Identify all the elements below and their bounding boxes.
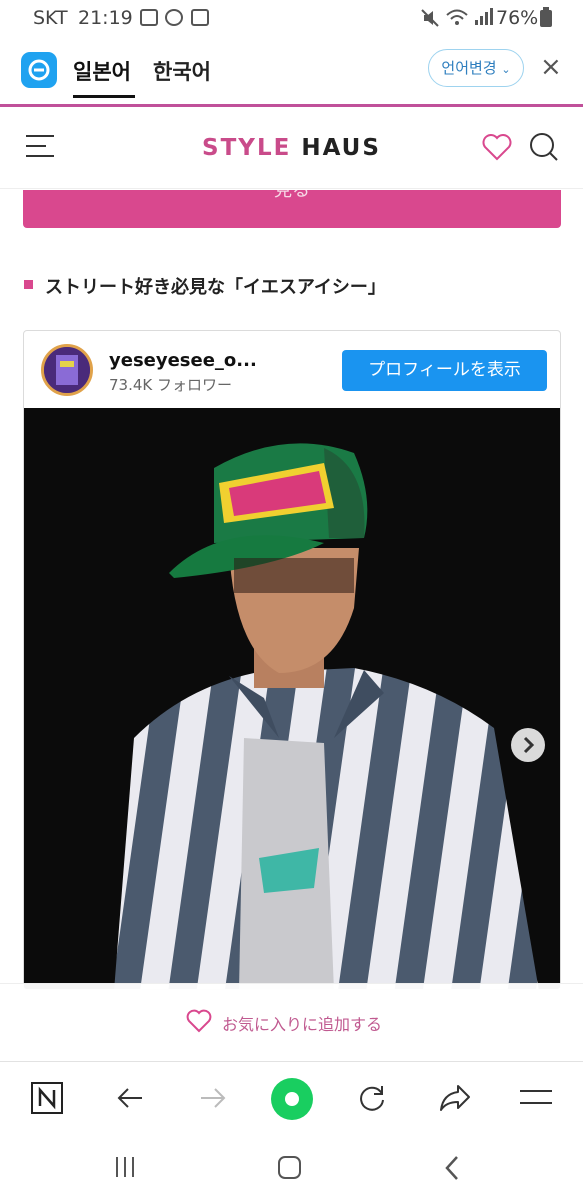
instagram-followers: 73.4K フォロワー xyxy=(109,376,233,394)
heart-outline-icon xyxy=(186,1009,212,1033)
translate-app-icon xyxy=(191,9,209,26)
heart-icon[interactable] xyxy=(482,133,512,161)
recent-apps-icon[interactable] xyxy=(113,1156,139,1178)
site-header: STYLE HAUS xyxy=(0,107,583,189)
tab-target-language[interactable]: 한국어 xyxy=(153,56,211,86)
green-dot-icon[interactable] xyxy=(270,1077,314,1121)
back-arrow-icon[interactable] xyxy=(114,1082,146,1114)
naver-home-icon[interactable] xyxy=(31,1082,63,1114)
avatar-image xyxy=(44,347,90,393)
change-language-button[interactable]: 언어변경 ⌄ xyxy=(428,49,524,87)
browser-toolbar xyxy=(0,1061,583,1133)
forward-arrow-icon[interactable] xyxy=(197,1082,229,1114)
next-image-button[interactable] xyxy=(511,728,545,762)
carrier-label: SKT xyxy=(33,7,68,29)
battery-icon xyxy=(540,7,552,27)
view-more-button[interactable]: 見る xyxy=(23,190,561,228)
logo-haus: HAUS xyxy=(301,135,381,161)
post-image[interactable] xyxy=(24,408,560,989)
gallery-icon xyxy=(140,9,158,26)
section-bullet xyxy=(24,280,33,289)
view-more-label: 見る xyxy=(274,190,310,201)
menu-lines-icon[interactable] xyxy=(519,1084,553,1112)
battery-percent: 76% xyxy=(496,7,539,29)
translate-bar: 일본어 한국어 언어변경 ⌄ × xyxy=(0,36,583,107)
section-title: ストリート好き必見な「イエスアイシー」 xyxy=(45,277,386,298)
view-profile-button[interactable]: プロフィールを表示 xyxy=(342,350,547,391)
status-bar: SKT 21:19 76% xyxy=(0,0,583,36)
close-button[interactable]: × xyxy=(540,54,562,80)
wifi-icon xyxy=(446,9,468,25)
refresh-icon[interactable] xyxy=(356,1082,388,1114)
tab-source-language[interactable]: 일본어 xyxy=(73,56,135,98)
model-photo xyxy=(24,408,560,989)
share-icon[interactable] xyxy=(438,1082,472,1114)
add-favorite-label: お気に入りに追加する xyxy=(222,1015,383,1034)
avatar[interactable] xyxy=(41,344,93,396)
system-navigation-bar xyxy=(0,1133,583,1200)
home-icon[interactable] xyxy=(277,1155,303,1181)
logo-style: STYLE xyxy=(202,135,292,161)
clock: 21:19 xyxy=(78,7,133,29)
add-favorite-bar[interactable]: お気に入りに追加する xyxy=(0,983,583,1061)
mute-icon xyxy=(421,9,439,27)
search-icon[interactable] xyxy=(528,131,560,163)
chevron-down-icon: ⌄ xyxy=(501,63,511,76)
shazam-icon xyxy=(165,9,183,26)
instagram-embed: yeseyesee_o... 73.4K フォロワー プロフィールを表示 xyxy=(23,330,561,990)
back-icon[interactable] xyxy=(442,1155,462,1181)
chevron-right-icon xyxy=(523,736,535,754)
instagram-username[interactable]: yeseyesee_o... xyxy=(109,350,257,371)
papago-logo-icon xyxy=(21,52,57,88)
signal-icon xyxy=(475,8,493,25)
change-language-label: 언어변경 xyxy=(441,59,497,77)
